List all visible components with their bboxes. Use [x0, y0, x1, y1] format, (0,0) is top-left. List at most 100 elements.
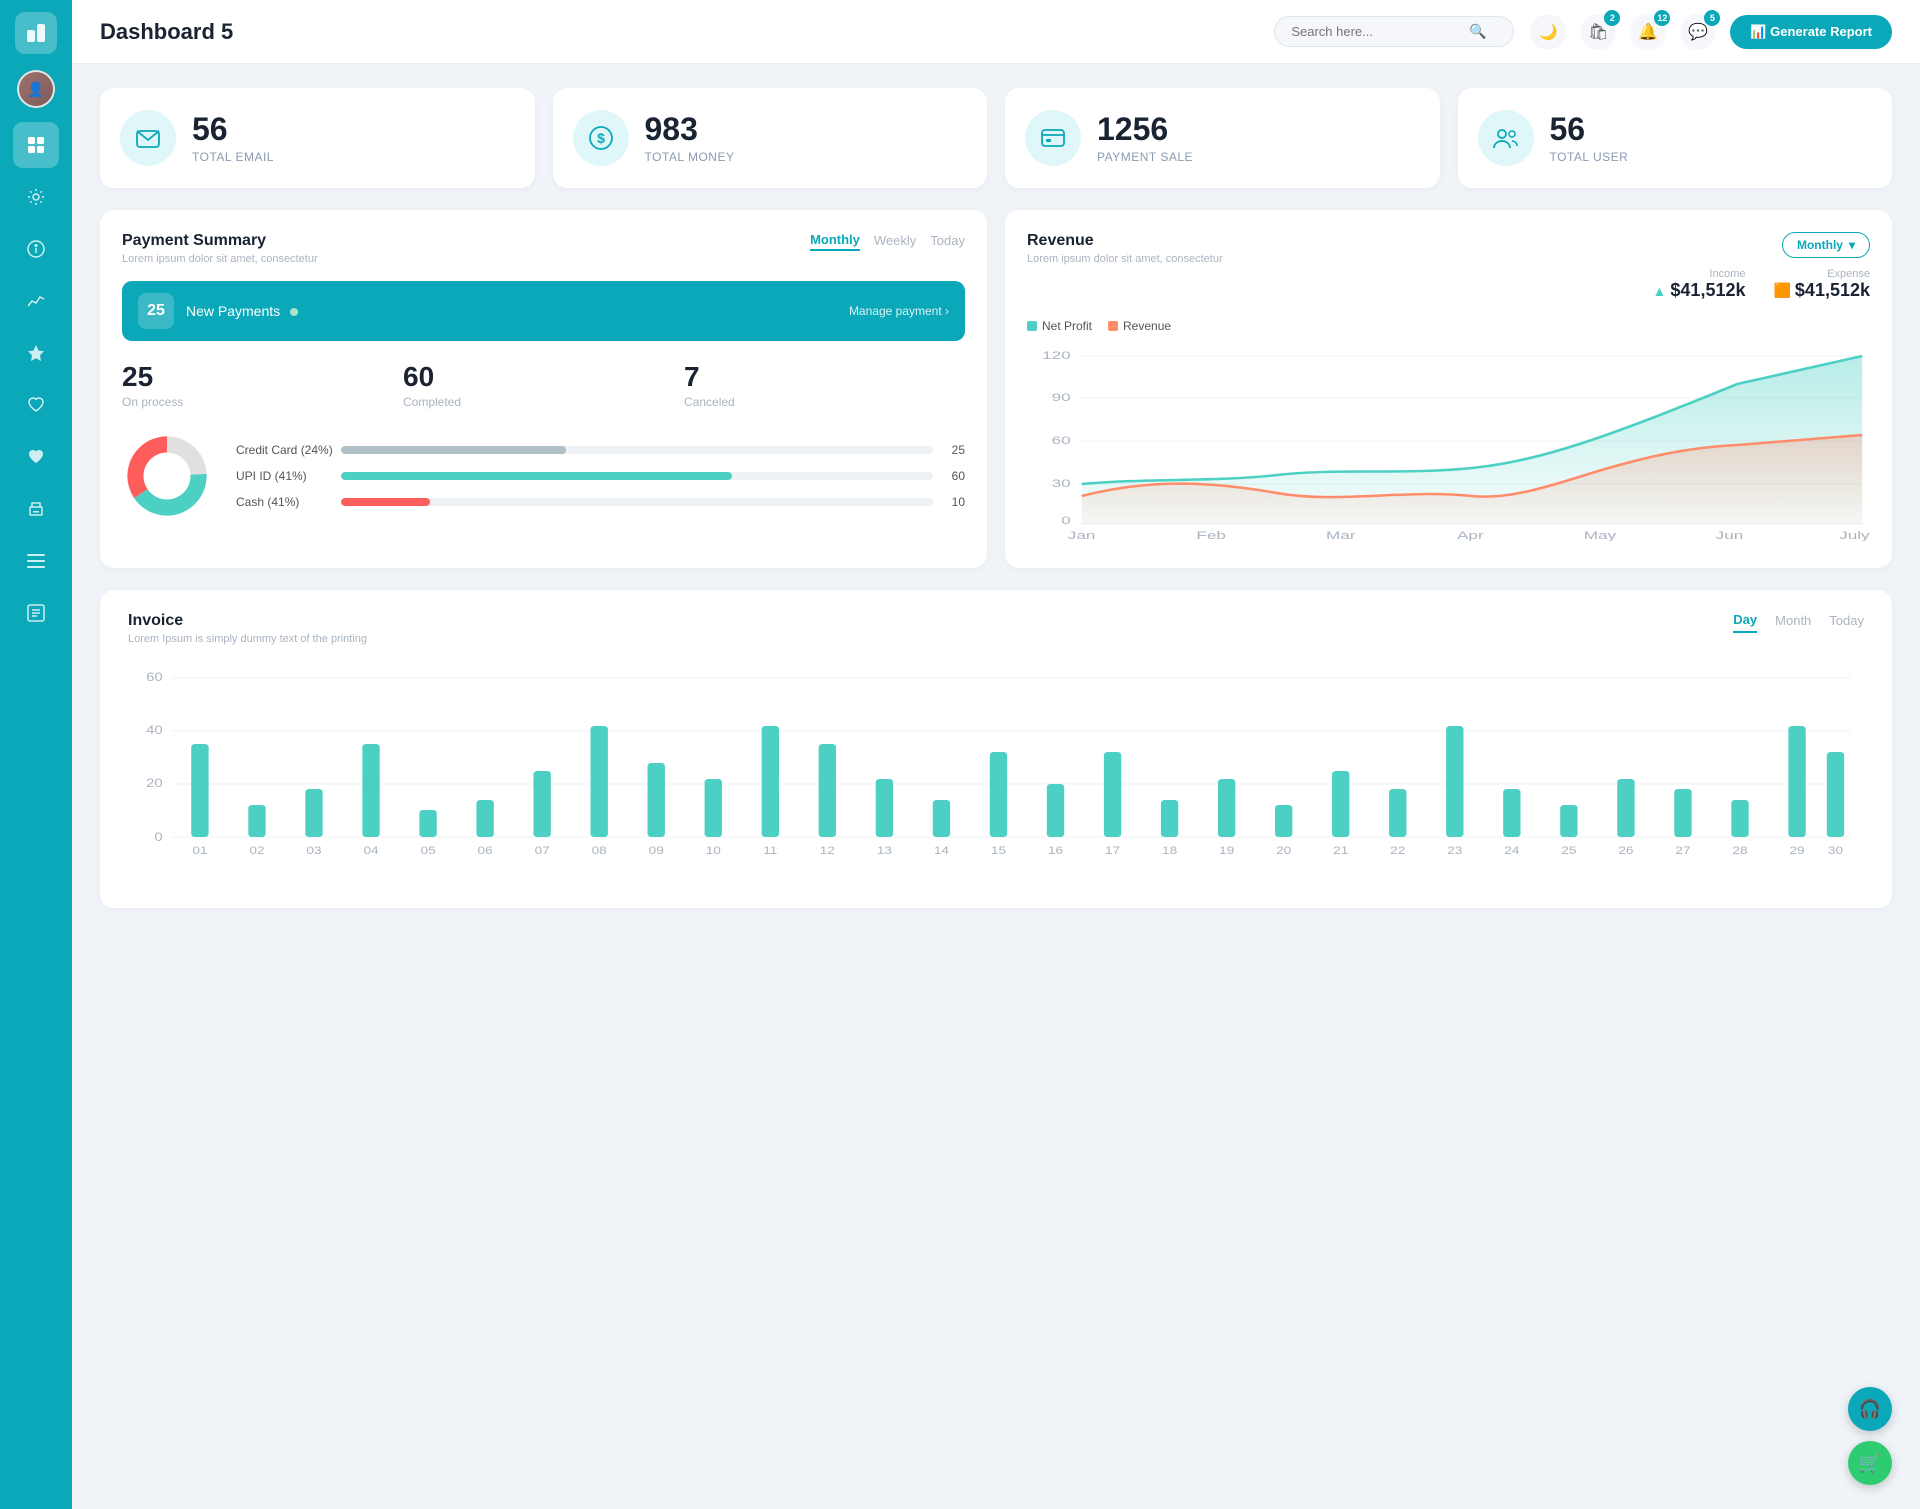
legend-dot-profit: [1027, 321, 1037, 331]
payment-summary-header: Payment Summary Lorem ipsum dolor sit am…: [122, 232, 965, 265]
sidebar-item-wishlist[interactable]: [13, 382, 59, 428]
svg-text:29: 29: [1789, 844, 1804, 856]
legend-label-profit: Net Profit: [1042, 319, 1092, 333]
bar-label-cash: Cash (41%): [236, 495, 331, 509]
svg-text:July: July: [1839, 530, 1870, 541]
invoice-title-area: Invoice Lorem Ipsum is simply dummy text…: [128, 612, 367, 645]
bell-icon-btn[interactable]: 🔔 12: [1630, 14, 1666, 50]
chat-icon-btn[interactable]: 💬 5: [1680, 14, 1716, 50]
sidebar: 👤: [0, 0, 72, 1509]
search-icon: 🔍: [1469, 23, 1486, 40]
payment-bottom: Credit Card (24%) 25 UPI ID (41%) 60: [122, 431, 965, 521]
chat-badge: 5: [1704, 10, 1720, 26]
sidebar-item-dashboard[interactable]: [13, 122, 59, 168]
svg-text:60: 60: [1052, 435, 1071, 447]
invoice-title: Invoice: [128, 612, 367, 630]
svg-text:0: 0: [1061, 515, 1071, 527]
sidebar-logo[interactable]: [15, 12, 57, 54]
stat-label-payment: PAYMENT SALE: [1097, 150, 1193, 164]
svg-text:25: 25: [1561, 844, 1576, 856]
revenue-chart: 120 90 60 30 0: [1027, 341, 1870, 546]
donut-chart: [122, 431, 212, 521]
tab-monthly[interactable]: Monthly: [810, 232, 860, 251]
cart-icon-btn[interactable]: 🛍 2: [1580, 14, 1616, 50]
payment-summary-subtitle: Lorem ipsum dolor sit amet, consectetur: [122, 253, 318, 265]
payment-stats: 25 On process 60 Completed 7 Canceled: [122, 361, 965, 409]
avatar[interactable]: 👤: [17, 70, 55, 108]
sidebar-item-heart[interactable]: [13, 434, 59, 480]
svg-text:20: 20: [1276, 844, 1291, 856]
stat-info-user: 56 TOTAL USER: [1550, 112, 1629, 163]
income-arrow-icon: ▲: [1653, 283, 1667, 299]
invoice-tabs: Day Month Today: [1733, 612, 1864, 633]
stat-card-money: $ 983 TOTAL MONEY: [553, 88, 988, 188]
stat-icon-email: [120, 110, 176, 166]
invoice-tab-today[interactable]: Today: [1829, 612, 1864, 633]
svg-text:Mar: Mar: [1326, 530, 1356, 541]
invoice-tab-month[interactable]: Month: [1775, 612, 1811, 633]
new-payments-count: 25: [138, 293, 174, 329]
sidebar-item-menu[interactable]: [13, 538, 59, 584]
revenue-title-area: Revenue Lorem ipsum dolor sit amet, cons…: [1027, 232, 1223, 265]
manage-payment-link[interactable]: Manage payment ›: [849, 304, 949, 318]
expense-label: Expense: [1773, 268, 1870, 280]
sidebar-item-analytics[interactable]: [13, 278, 59, 324]
svg-text:17: 17: [1105, 844, 1120, 856]
svg-text:05: 05: [421, 844, 436, 856]
stat-val-completed: 60: [403, 361, 684, 393]
stat-icon-money: $: [573, 110, 629, 166]
tab-weekly[interactable]: Weekly: [874, 232, 916, 251]
stat-info-payment: 1256 PAYMENT SALE: [1097, 112, 1193, 163]
income-item: Income ▲ $41,512k: [1653, 268, 1746, 301]
theme-toggle[interactable]: 🌙: [1530, 14, 1566, 50]
sidebar-item-print[interactable]: [13, 486, 59, 532]
invoice-section: Invoice Lorem Ipsum is simply dummy text…: [100, 590, 1892, 908]
svg-text:Jun: Jun: [1716, 530, 1744, 541]
svg-text:May: May: [1584, 530, 1617, 541]
stat-val-on-process: 25: [122, 361, 403, 393]
search-input[interactable]: [1291, 24, 1461, 39]
fab-support[interactable]: 🎧: [1848, 1387, 1892, 1431]
stat-label-money: TOTAL MONEY: [645, 150, 735, 164]
svg-text:19: 19: [1219, 844, 1234, 856]
bar-label-upi: UPI ID (41%): [236, 469, 331, 483]
fab-area: 🎧 🛒: [1848, 1387, 1892, 1485]
sidebar-item-settings[interactable]: [13, 174, 59, 220]
stat-value-email: 56: [192, 112, 274, 147]
svg-text:10: 10: [706, 844, 721, 856]
sidebar-item-favorites[interactable]: [13, 330, 59, 376]
stat-completed: 60 Completed: [403, 361, 684, 409]
revenue-header: Revenue Lorem ipsum dolor sit amet, cons…: [1027, 232, 1870, 309]
svg-text:30: 30: [1828, 844, 1843, 856]
stat-on-process: 25 On process: [122, 361, 403, 409]
svg-text:07: 07: [535, 844, 550, 856]
svg-text:16: 16: [1048, 844, 1063, 856]
bar-credit-card: Credit Card (24%) 25: [236, 443, 965, 457]
income-expense: Income ▲ $41,512k Expense 🟧 $4: [1653, 268, 1870, 301]
new-payments-label: New Payments: [186, 303, 837, 319]
svg-text:120: 120: [1042, 350, 1071, 362]
stat-info-email: 56 TOTAL EMAIL: [192, 112, 274, 163]
svg-text:18: 18: [1162, 844, 1177, 856]
main-content: Dashboard 5 🔍 🌙 🛍 2 🔔 12 💬 5 📊 Generate …: [72, 0, 1920, 1509]
stat-icon-user: [1478, 110, 1534, 166]
search-bar[interactable]: 🔍: [1274, 16, 1514, 47]
revenue-monthly-btn[interactable]: Monthly ▾: [1782, 232, 1870, 258]
svg-text:21: 21: [1333, 844, 1348, 856]
stat-card-payment: 1256 PAYMENT SALE: [1005, 88, 1440, 188]
stats-row: 56 TOTAL EMAIL $ 983 TOTAL MONEY: [100, 88, 1892, 188]
sidebar-item-info[interactable]: [13, 226, 59, 272]
generate-report-button[interactable]: 📊 Generate Report: [1730, 15, 1892, 49]
svg-text:03: 03: [306, 844, 321, 856]
stat-canceled: 7 Canceled: [684, 361, 965, 409]
bar-track-upi: [341, 472, 933, 480]
tab-today[interactable]: Today: [930, 232, 965, 251]
svg-text:60: 60: [146, 670, 163, 683]
svg-text:08: 08: [592, 844, 607, 856]
sidebar-item-list[interactable]: [13, 590, 59, 636]
svg-text:01: 01: [192, 844, 207, 856]
svg-text:28: 28: [1732, 844, 1747, 856]
fab-cart[interactable]: 🛒: [1848, 1441, 1892, 1485]
invoice-tab-day[interactable]: Day: [1733, 612, 1757, 633]
stat-card-user: 56 TOTAL USER: [1458, 88, 1893, 188]
